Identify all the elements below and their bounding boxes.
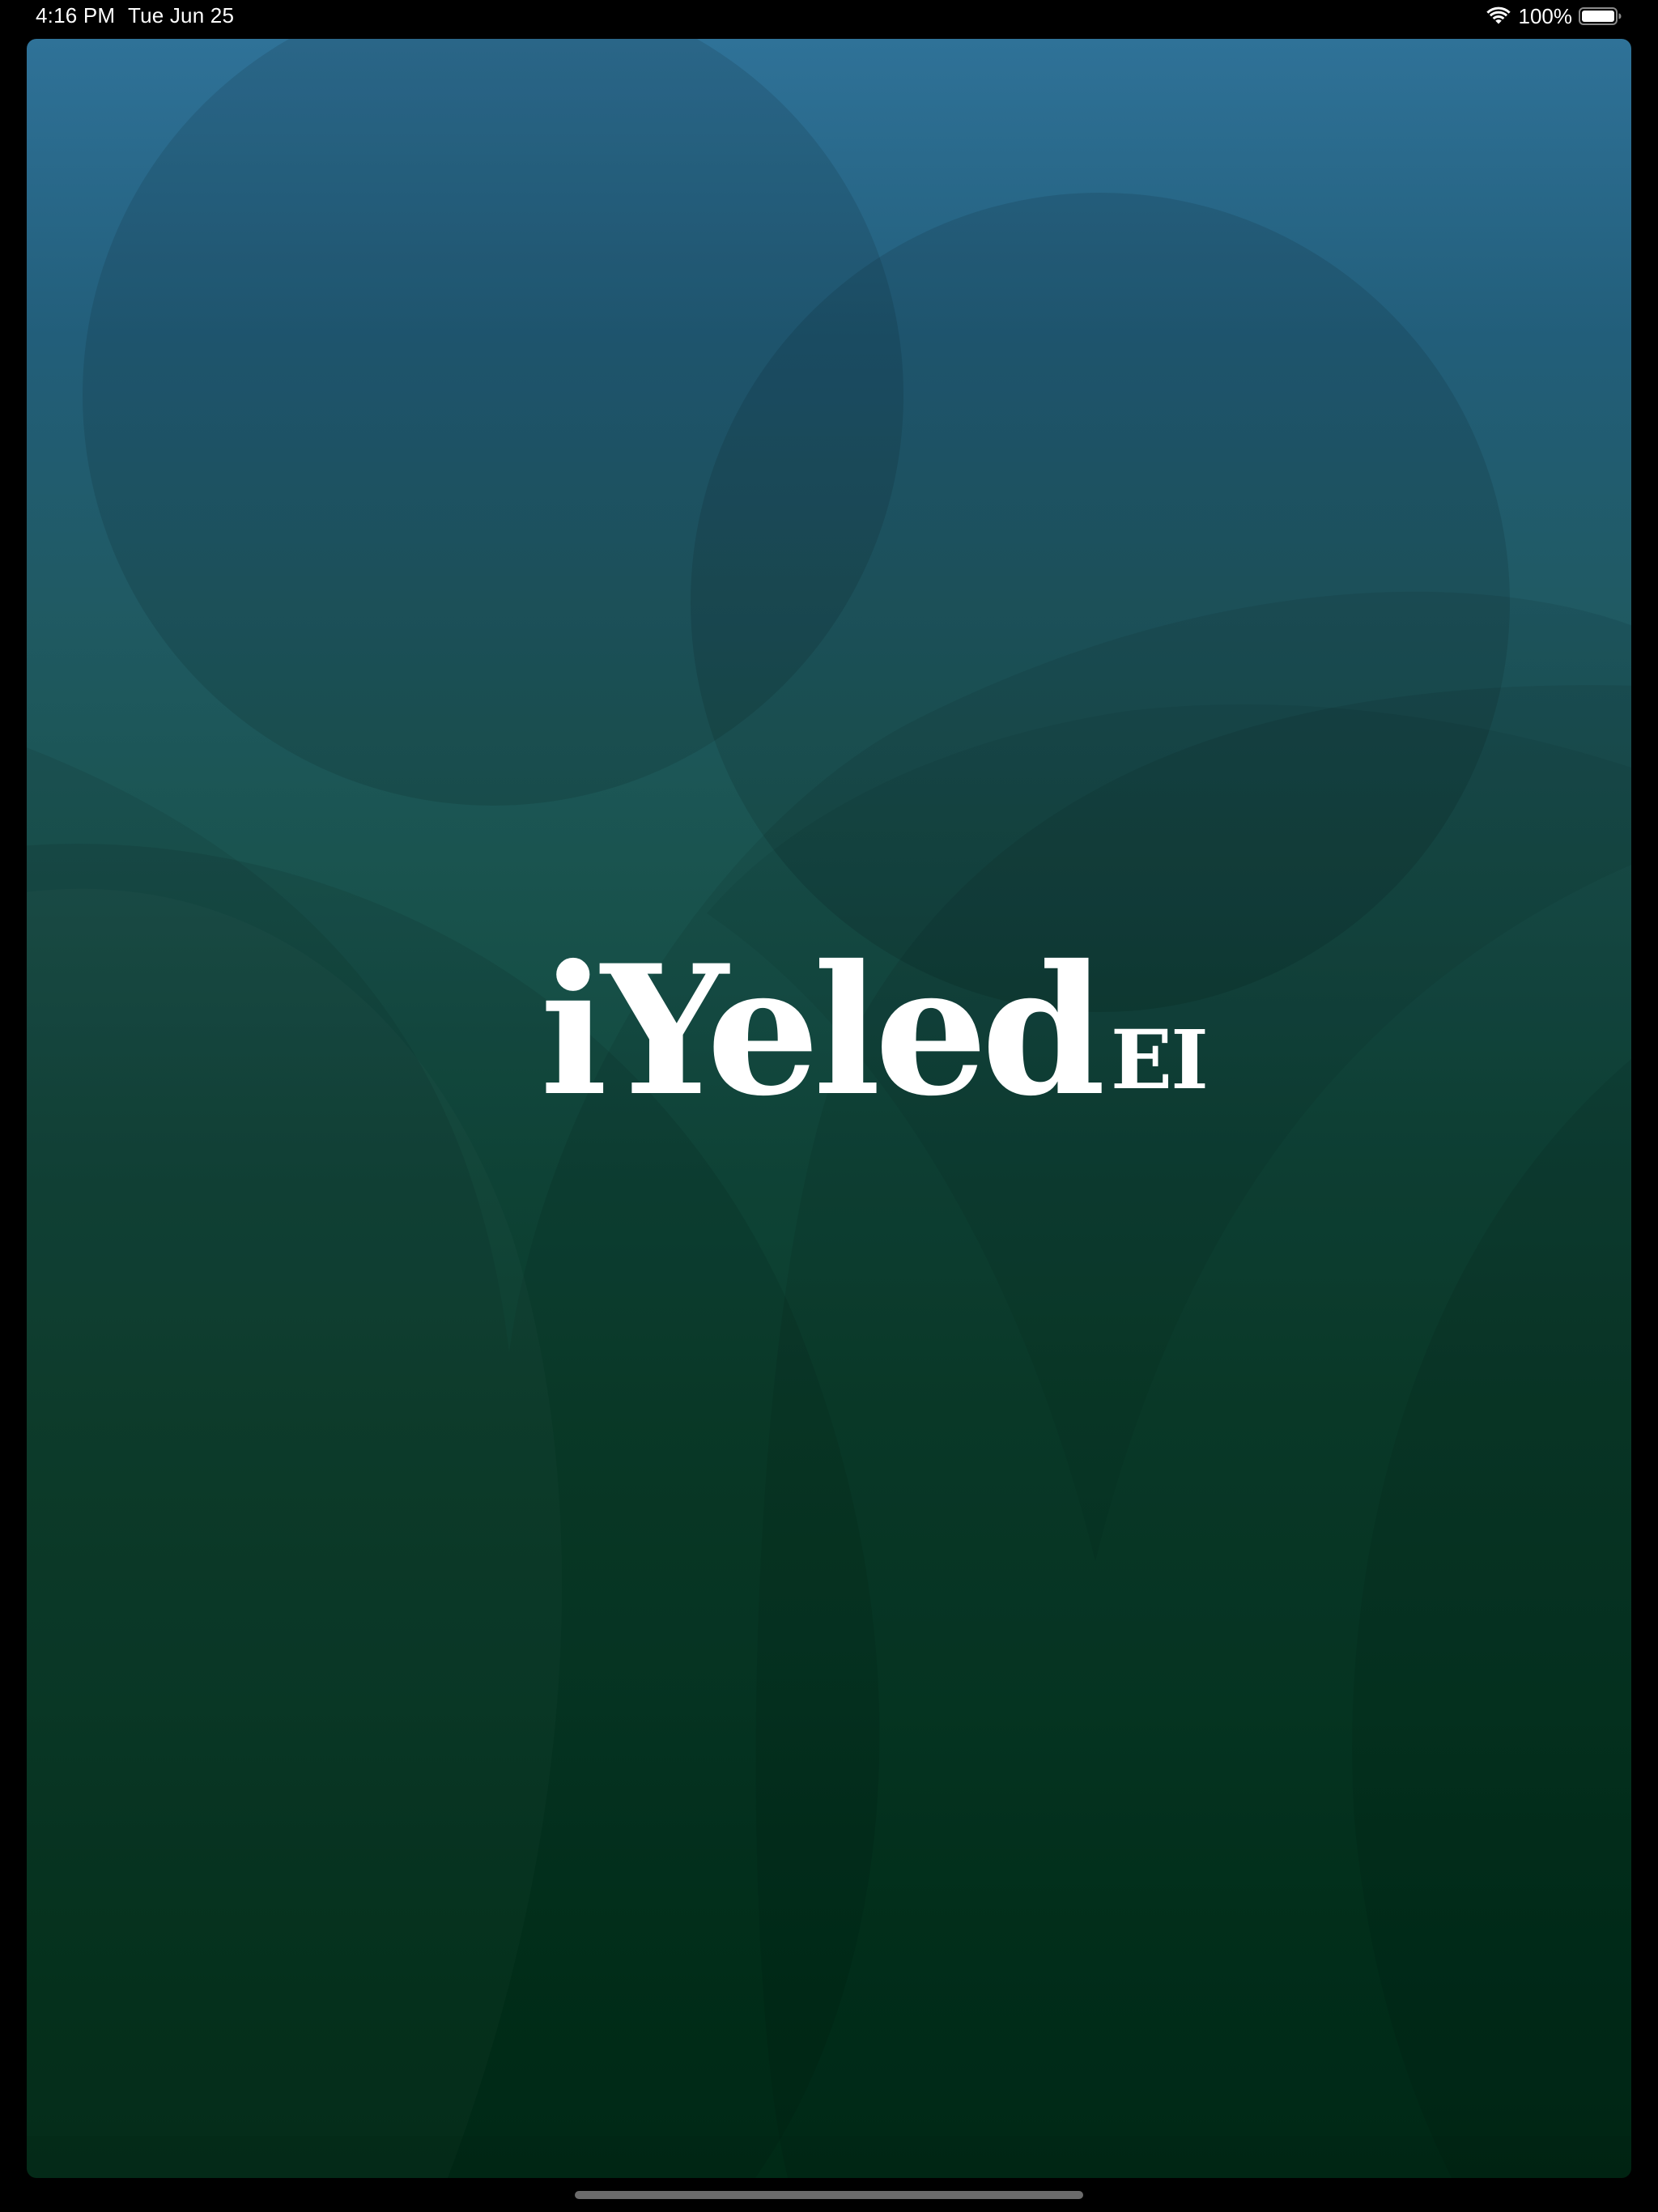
splash-screen: iYeled EI xyxy=(27,39,1631,2178)
status-indicators: 100% xyxy=(1486,3,1623,29)
status-bar: 4:16 PM Tue Jun 25 100% xyxy=(0,0,1658,32)
battery-percent: 100% xyxy=(1518,3,1573,28)
battery-icon xyxy=(1579,7,1622,25)
wifi-icon xyxy=(1486,6,1511,24)
status-time: 4:16 PM xyxy=(36,3,116,28)
logo-wordmark: iYeled xyxy=(540,925,1106,1135)
logo-suffix: EI xyxy=(1110,1012,1209,1108)
ipad-screen: 4:16 PM Tue Jun 25 100% iYeled EI xyxy=(0,0,1658,2212)
home-indicator[interactable] xyxy=(575,2191,1083,2199)
app-logo: iYeled EI xyxy=(540,925,1209,1168)
status-date: Tue Jun 25 xyxy=(128,3,235,28)
